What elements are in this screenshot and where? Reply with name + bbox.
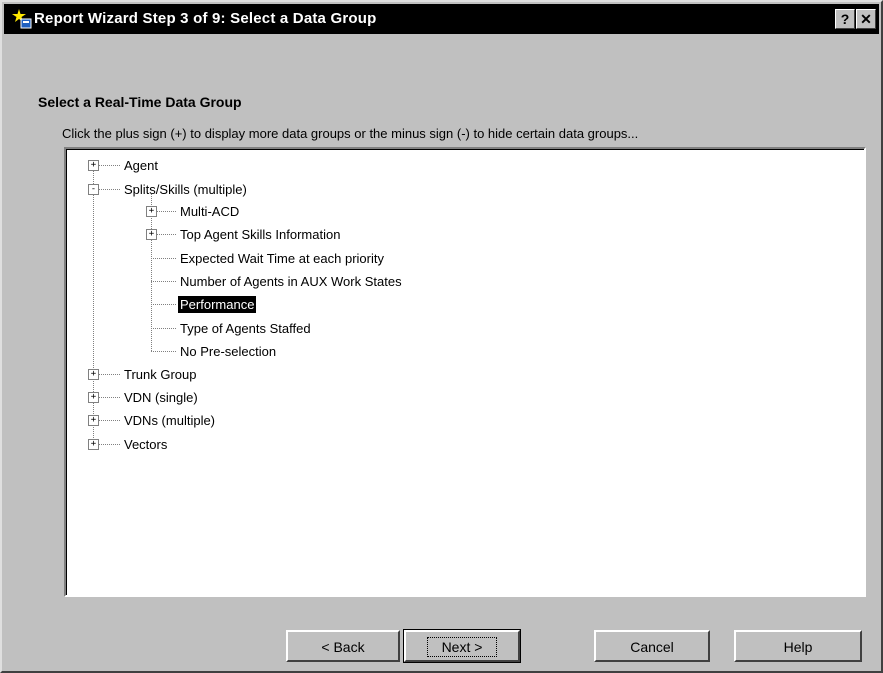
expand-icon[interactable]: + [88,439,99,450]
tree-item-label[interactable]: Multi-ACD [178,203,241,220]
expand-icon[interactable]: + [88,160,99,171]
page-heading: Select a Real-Time Data Group [38,94,242,110]
tree-item-label[interactable]: Agent [122,157,160,174]
tree-item-label-selected[interactable]: Performance [176,295,258,314]
tree-item-label[interactable]: Top Agent Skills Information [178,226,342,243]
collapse-icon[interactable]: - [88,184,99,195]
help-button[interactable]: Help [734,630,862,662]
expand-icon[interactable]: + [146,206,157,217]
tree-item-label[interactable]: VDN (single) [122,389,200,406]
tree-item-label[interactable]: Trunk Group [122,366,199,383]
back-button[interactable]: < Back [286,630,400,662]
help-title-button[interactable]: ? [835,9,855,29]
tree-item-label[interactable]: Expected Wait Time at each priority [178,250,386,267]
expand-icon[interactable]: + [146,229,157,240]
window-title: Report Wizard Step 3 of 9: Select a Data… [34,10,377,27]
tree-item-label[interactable]: Type of Agents Staffed [178,320,313,337]
expand-icon[interactable]: + [88,369,99,380]
tree-item-label[interactable]: Splits/Skills (multiple) [122,181,249,198]
close-icon[interactable]: ✕ [856,9,876,29]
tree-item-label[interactable]: Vectors [122,436,169,453]
cancel-button[interactable]: Cancel [594,630,710,662]
cancel-button-label: Cancel [630,639,674,655]
tree-item-label[interactable]: No Pre-selection [178,343,278,360]
instructions-text: Click the plus sign (+) to display more … [62,126,639,141]
next-button[interactable]: Next > [403,629,521,663]
back-button-label: < Back [321,639,365,655]
expand-icon[interactable]: + [88,415,99,426]
tree-item-label[interactable]: Number of Agents in AUX Work States [178,273,404,290]
tree-item-label[interactable]: VDNs (multiple) [122,412,217,429]
help-button-label: Help [783,639,813,655]
expand-icon[interactable]: + [88,392,99,403]
wizard-icon [12,9,32,29]
title-bar: Report Wizard Step 3 of 9: Select a Data… [4,4,879,34]
next-button-label: Next > [426,637,498,657]
data-group-tree[interactable]: + Agent - Splits/Skills (multiple) + Mul… [64,147,866,597]
report-wizard-window: Report Wizard Step 3 of 9: Select a Data… [0,0,883,673]
